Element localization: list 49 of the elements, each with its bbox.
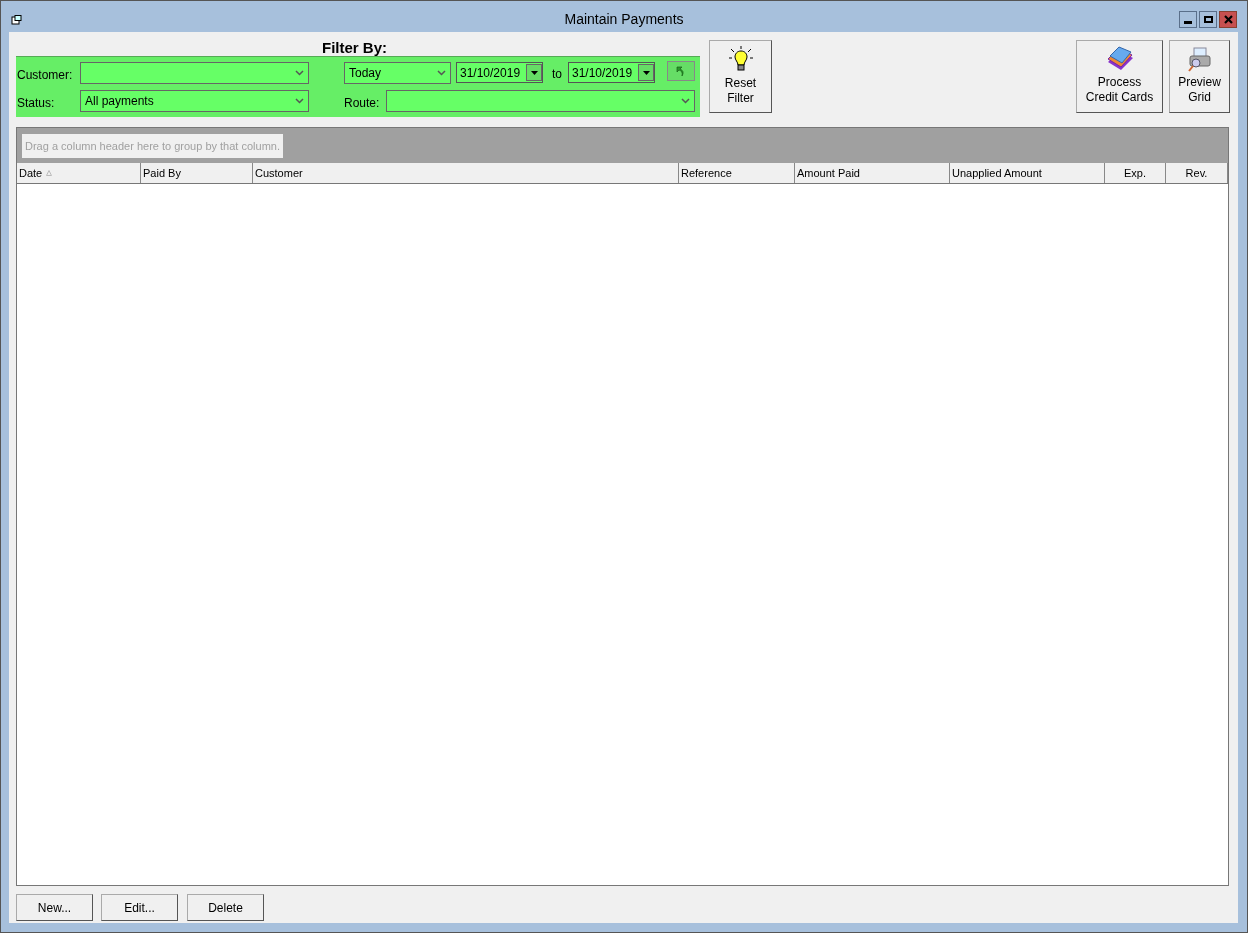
status-dropdown[interactable]: All payments: [80, 90, 309, 112]
preview-grid-button[interactable]: Preview Grid: [1169, 40, 1230, 113]
column-header[interactable]: Rev.: [1166, 163, 1228, 183]
refresh-button[interactable]: [667, 61, 695, 81]
column-header[interactable]: Date: [17, 163, 141, 183]
filter-heading: Filter By:: [322, 40, 388, 55]
column-header[interactable]: Unapplied Amount: [950, 163, 1105, 183]
route-dropdown[interactable]: [386, 90, 695, 112]
column-header[interactable]: Customer: [253, 163, 679, 183]
process-credit-cards-button[interactable]: Process Credit Cards: [1076, 40, 1163, 113]
close-button[interactable]: [1219, 11, 1237, 28]
column-header[interactable]: Paid By: [141, 163, 253, 183]
close-icon: [1223, 15, 1233, 24]
column-header[interactable]: Exp.: [1105, 163, 1166, 183]
dropdown-arrow-button[interactable]: [638, 64, 654, 81]
field-label: Route:: [344, 95, 380, 112]
period-value: Today: [349, 65, 382, 82]
caret-icon: [530, 70, 538, 75]
window-icon: [11, 15, 23, 25]
reset-filter-button[interactable]: Reset Filter: [709, 40, 772, 113]
sort-icon: [46, 170, 53, 176]
to-label: to: [552, 66, 562, 83]
minimize-button[interactable]: [1179, 11, 1197, 28]
chevron-icon: [295, 70, 304, 76]
field-label: Status:: [17, 95, 55, 112]
action-button[interactable]: Edit...: [101, 894, 178, 921]
chevron-icon: [437, 70, 446, 76]
light-bulb-icon: [727, 45, 754, 73]
customer-dropdown[interactable]: [80, 62, 309, 84]
action-button[interactable]: New...: [16, 894, 93, 921]
arrow-icon: [675, 65, 687, 77]
column-header[interactable]: Reference: [679, 163, 795, 183]
dropdown-arrow-button[interactable]: [526, 64, 542, 81]
date-field[interactable]: 31/10/2019: [568, 62, 655, 83]
action-button[interactable]: Delete: [187, 894, 264, 921]
date-value: 31/10/2019: [460, 64, 521, 82]
date-value: 31/10/2019: [572, 64, 633, 82]
caret-icon: [642, 70, 650, 75]
maximize-button[interactable]: [1199, 11, 1217, 28]
window-title: Maintain Payments: [564, 10, 684, 29]
group-by-hint: Drag a column header here to group by that column.: [22, 134, 283, 158]
field-label: Customer:: [17, 67, 73, 84]
chevron-icon: [295, 98, 304, 104]
chevron-icon: [681, 98, 690, 104]
date-field[interactable]: 31/10/2019: [456, 62, 543, 83]
period-dropdown[interactable]: Today: [344, 62, 451, 84]
column-header[interactable]: Amount Paid: [795, 163, 950, 183]
status-value: All payments: [85, 93, 154, 110]
printer-icon: [1186, 46, 1213, 72]
